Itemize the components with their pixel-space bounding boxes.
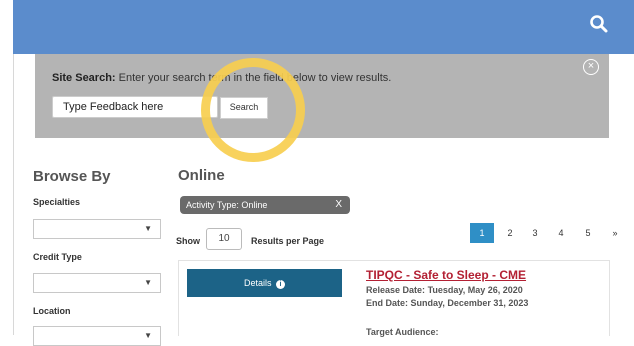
- end-date-value: Sunday, December 31, 2023: [410, 298, 529, 308]
- site-search-panel: Site Search: Enter your search term in t…: [35, 54, 609, 138]
- location-select[interactable]: ▼: [33, 326, 161, 346]
- show-label: Show: [176, 236, 200, 246]
- course-card: Details i TIPQC - Safe to Sleep - CME Re…: [178, 260, 610, 337]
- page-button-2[interactable]: 2: [502, 223, 518, 243]
- results-per-page-input[interactable]: 10: [206, 228, 242, 250]
- site-search-label: Site Search:: [52, 72, 116, 84]
- active-filter-label: Activity Type: Online: [186, 200, 268, 210]
- details-button[interactable]: Details i: [187, 269, 342, 297]
- release-date: Release Date: Tuesday, May 26, 2020: [366, 285, 523, 295]
- browse-by-title: Browse By: [33, 168, 111, 185]
- release-date-label: Release Date:: [366, 285, 426, 295]
- active-filter-chip: Activity Type: Online X: [180, 196, 350, 214]
- page-button-3[interactable]: 3: [527, 223, 543, 243]
- close-circle-icon[interactable]: ×: [583, 59, 599, 75]
- chevron-down-icon: ▼: [144, 278, 152, 287]
- listing-title: Online: [178, 167, 225, 184]
- location-label: Location: [33, 306, 71, 316]
- next-page-button[interactable]: »: [608, 223, 622, 243]
- course-title-link[interactable]: TIPQC - Safe to Sleep - CME: [366, 268, 526, 282]
- search-icon[interactable]: [588, 13, 610, 35]
- results-per-page-label: Results per Page: [251, 236, 325, 246]
- details-label: Details: [243, 278, 272, 288]
- page-button-4[interactable]: 4: [553, 223, 569, 243]
- target-audience-label: Target Audience:: [366, 327, 439, 337]
- site-search-input[interactable]: [52, 96, 218, 118]
- page-button-5[interactable]: 5: [580, 223, 596, 243]
- end-date-label: End Date:: [366, 298, 409, 308]
- page-button-1[interactable]: 1: [470, 223, 494, 243]
- credit-type-label: Credit Type: [33, 252, 82, 262]
- search-button[interactable]: Search: [220, 97, 268, 119]
- specialties-select[interactable]: ▼: [33, 219, 161, 239]
- release-date-value: Tuesday, May 26, 2020: [427, 285, 523, 295]
- chevron-down-icon: ▼: [144, 331, 152, 340]
- info-icon: i: [276, 280, 286, 289]
- chevron-down-icon: ▼: [144, 224, 152, 233]
- specialties-label: Specialties: [33, 197, 81, 207]
- credit-type-select[interactable]: ▼: [33, 273, 161, 293]
- remove-filter-button[interactable]: X: [335, 196, 342, 214]
- end-date: End Date: Sunday, December 31, 2023: [366, 298, 528, 308]
- site-search-instructions-text: Enter your search term in the field belo…: [118, 72, 392, 84]
- site-search-instructions: Site Search: Enter your search term in t…: [52, 72, 391, 84]
- top-header-bar: [13, 0, 634, 54]
